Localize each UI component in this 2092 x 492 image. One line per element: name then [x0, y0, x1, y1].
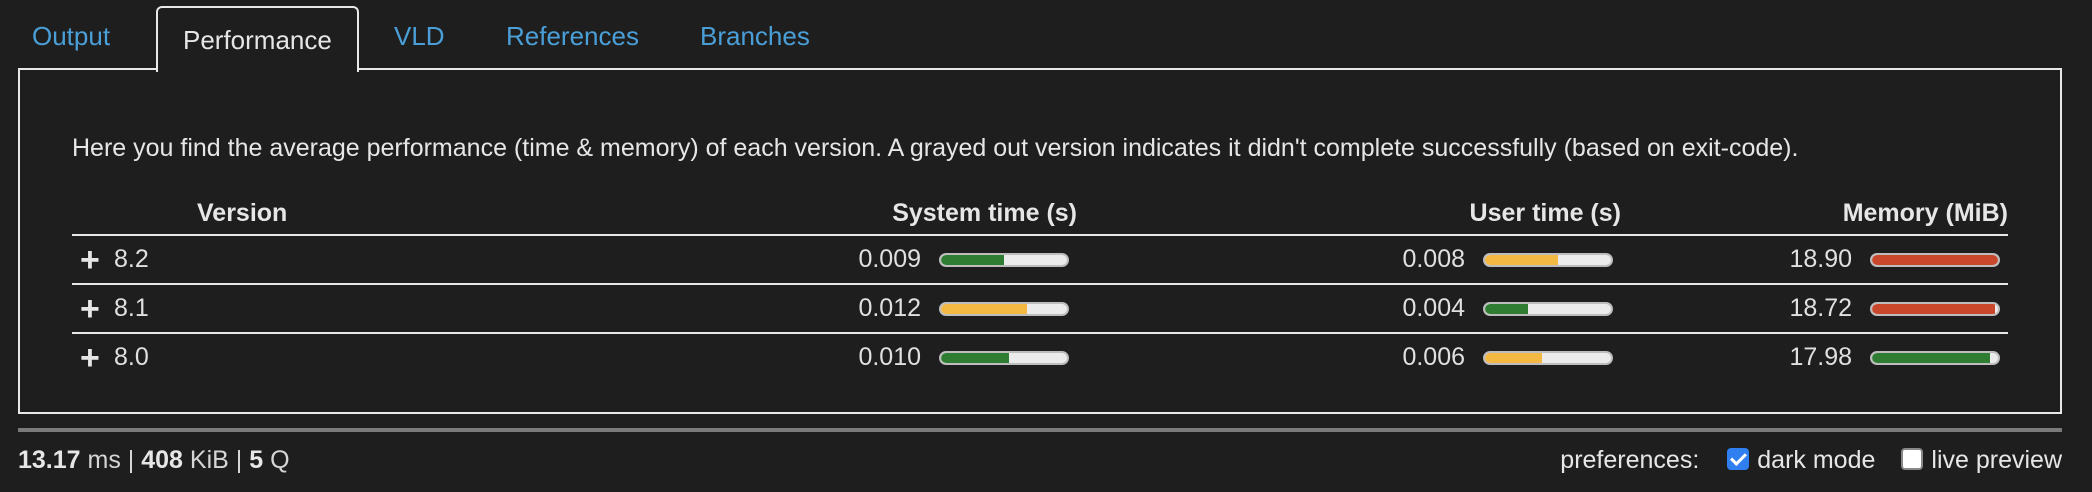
user-bar [1483, 252, 1613, 267]
system-cell: 0.010 [677, 333, 1077, 381]
header-user-time: User time (s) [1077, 192, 1621, 236]
header-system-time: System time (s) [677, 192, 1077, 236]
table-row: +8.2 0.009 0.008 18.90 [72, 235, 2008, 285]
version-label: 8.1 [114, 294, 149, 323]
user-bar [1483, 301, 1613, 316]
memory-cell: 18.90 [1621, 235, 2008, 285]
tab-vld[interactable]: VLD [394, 6, 445, 70]
live-preview-option[interactable]: live preview [1901, 446, 2062, 475]
tab-performance[interactable]: Performance [156, 6, 359, 72]
system-cell: 0.012 [677, 284, 1077, 334]
version-cell: +8.2 [72, 235, 677, 285]
header-memory: Memory (MiB) [1621, 192, 2008, 236]
tab-references[interactable]: References [506, 6, 639, 70]
dark-mode-checkbox[interactable] [1727, 447, 1750, 470]
memory-bar-fill [1872, 352, 1991, 363]
expand-plus-icon[interactable]: + [80, 243, 102, 277]
user-value: 0.008 [1402, 245, 1465, 274]
expand-plus-icon[interactable]: + [80, 341, 102, 375]
user-value: 0.004 [1402, 294, 1465, 323]
system-bar-fill [941, 352, 1010, 363]
memory-bar-fill [1872, 303, 1996, 314]
user-bar-fill [1485, 352, 1542, 363]
user-bar-fill [1485, 254, 1559, 265]
system-bar [939, 350, 1069, 365]
system-bar-fill [941, 254, 1004, 265]
system-value: 0.009 [858, 245, 921, 274]
performance-panel: Here you find the average performance (t… [18, 68, 2062, 414]
memory-bar [1870, 301, 2000, 316]
memory-bar-fill [1872, 254, 1998, 265]
system-bar [939, 252, 1069, 267]
table-row: +8.0 0.010 0.006 17.98 [72, 333, 2008, 381]
system-cell: 0.009 [677, 235, 1077, 285]
memory-bar [1870, 350, 2000, 365]
stat-separator: | [235, 446, 243, 474]
version-cell: +8.0 [72, 333, 677, 381]
dark-mode-option[interactable]: dark mode [1727, 446, 1875, 475]
render-stats: 13.17 ms | 408 KiB | 5 Q [18, 446, 290, 475]
table-header-row: Version System time (s) User time (s) Me… [72, 192, 2008, 236]
stat-kib-value: 408 [141, 446, 183, 474]
live-preview-label[interactable]: live preview [1931, 446, 2062, 475]
footer-divider [18, 428, 2062, 432]
stat-separator: | [127, 446, 135, 474]
table-row: +8.1 0.012 0.004 18.72 [72, 284, 2008, 334]
tab-branches[interactable]: Branches [700, 6, 810, 70]
stat-q-value: 5 [249, 446, 264, 474]
tab-output[interactable]: Output [32, 6, 110, 70]
memory-cell: 18.72 [1621, 284, 2008, 334]
user-bar [1483, 350, 1613, 365]
stat-kib-unit: KiB [189, 446, 229, 474]
preferences-label: preferences: [1560, 446, 1700, 474]
memory-value: 17.98 [1789, 343, 1852, 372]
memory-value: 18.90 [1789, 245, 1852, 274]
memory-cell: 17.98 [1621, 333, 2008, 381]
system-value: 0.012 [858, 294, 921, 323]
user-cell: 0.008 [1077, 235, 1621, 285]
system-value: 0.010 [858, 343, 921, 372]
dark-mode-label[interactable]: dark mode [1757, 446, 1875, 475]
user-cell: 0.006 [1077, 333, 1621, 381]
header-version: Version [72, 192, 677, 236]
tab-bar: Output Performance VLD References Branch… [0, 0, 2092, 72]
system-bar [939, 301, 1069, 316]
stat-ms-unit: ms [87, 446, 121, 474]
expand-plus-icon[interactable]: + [80, 292, 102, 326]
preferences: preferences: dark mode live preview [1560, 446, 2062, 475]
performance-table: Version System time (s) User time (s) Me… [72, 192, 2008, 381]
user-cell: 0.004 [1077, 284, 1621, 334]
memory-value: 18.72 [1789, 294, 1852, 323]
intro-text: Here you find the average performance (t… [72, 134, 1799, 162]
live-preview-checkbox[interactable] [1901, 447, 1924, 470]
version-label: 8.0 [114, 343, 149, 372]
version-cell: +8.1 [72, 284, 677, 334]
stat-q-unit: Q [270, 446, 290, 474]
user-bar-fill [1485, 303, 1528, 314]
version-label: 8.2 [114, 245, 149, 274]
stat-ms-value: 13.17 [18, 446, 81, 474]
user-value: 0.006 [1402, 343, 1465, 372]
system-bar-fill [941, 303, 1027, 314]
memory-bar [1870, 252, 2000, 267]
